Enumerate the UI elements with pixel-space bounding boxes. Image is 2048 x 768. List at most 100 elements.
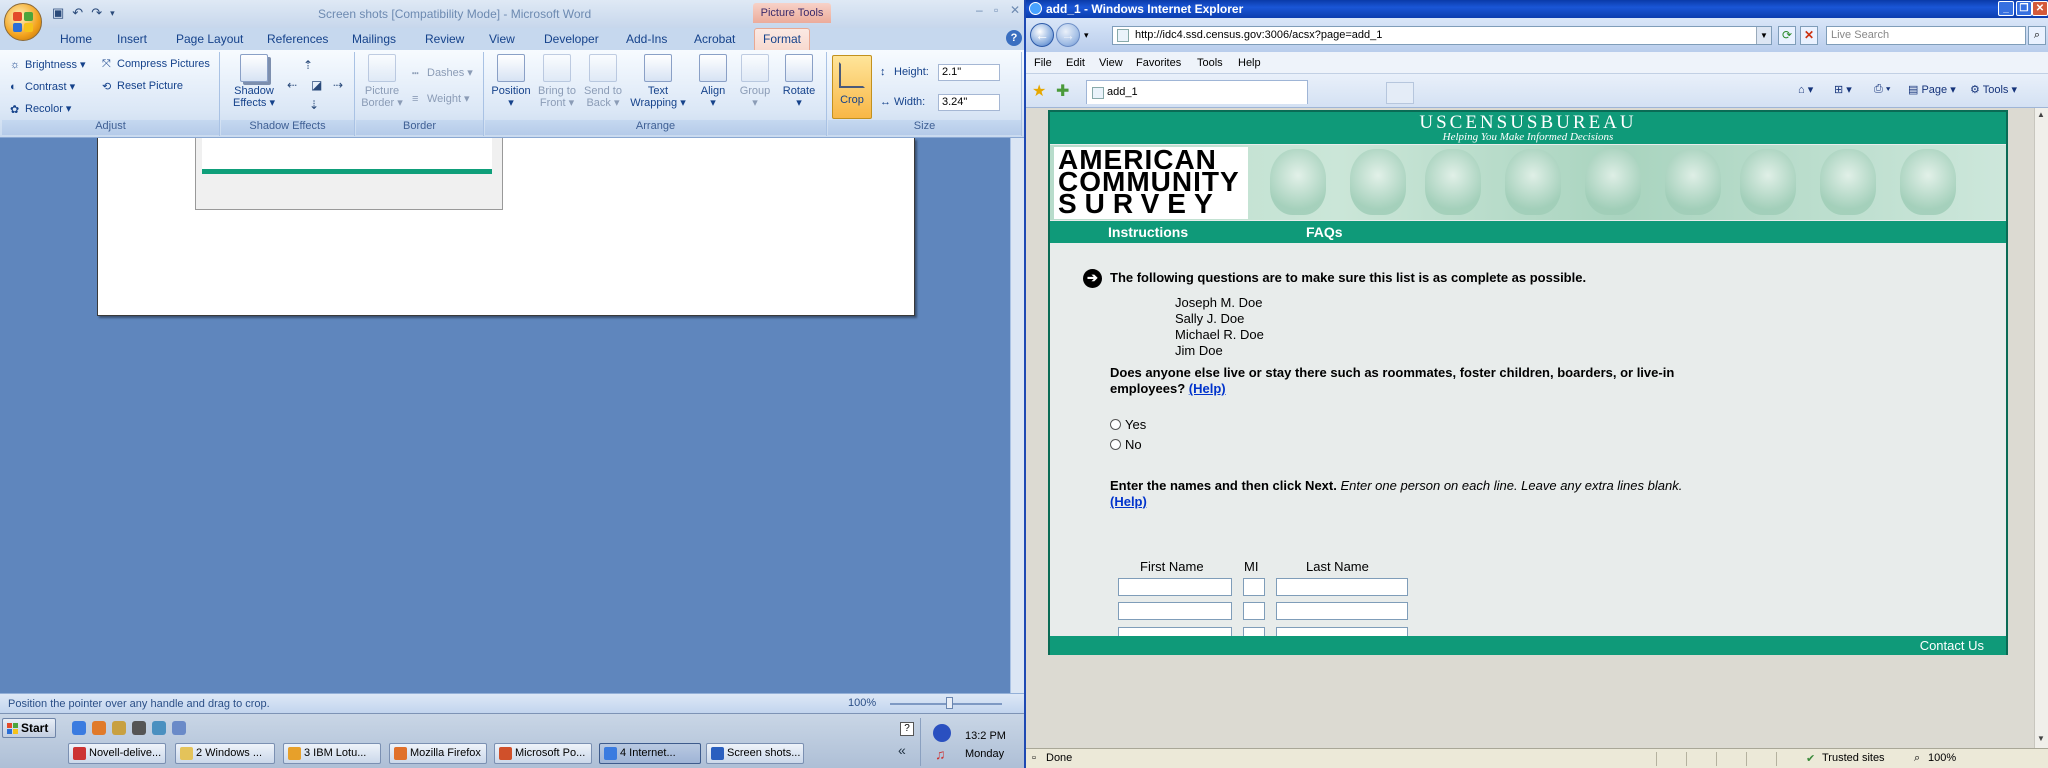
address-dropdown-icon[interactable]: ▼ bbox=[1756, 27, 1771, 44]
taskbar-button-lotus[interactable]: 3 IBM Lotu... bbox=[283, 743, 381, 764]
embedded-screenshot[interactable]: Contact Us bbox=[195, 138, 503, 210]
crop-button[interactable]: Crop bbox=[832, 55, 872, 119]
ie-zoom-level[interactable]: 100% bbox=[1928, 752, 1956, 764]
address-input[interactable]: http://idc4.ssd.census.gov:3006/acsx?pag… bbox=[1112, 26, 1772, 45]
radio-no[interactable]: No bbox=[1110, 437, 1142, 452]
ie-minimize-icon[interactable]: _ bbox=[1998, 1, 2014, 16]
feeds-icon[interactable]: ⊞ ▾ bbox=[1834, 83, 1852, 96]
taskbar-button-windows[interactable]: 2 Windows ... bbox=[175, 743, 275, 764]
recolor-button[interactable]: ✿ Recolor ▾ bbox=[10, 102, 71, 116]
tab-format[interactable]: Format bbox=[754, 28, 811, 50]
speaker-tray-icon[interactable]: ♫ bbox=[935, 746, 946, 762]
radio-circle[interactable] bbox=[1110, 419, 1121, 430]
menu-help[interactable]: Help bbox=[1238, 57, 1261, 69]
taskbar-button-powerpoint[interactable]: Microsoft Po... bbox=[494, 743, 592, 764]
document-page[interactable]: Contact Us bbox=[97, 138, 915, 316]
clock-time[interactable]: 13:2 PM bbox=[965, 730, 1006, 742]
tab-page-layout[interactable]: Page Layout bbox=[176, 32, 243, 46]
nav-instructions[interactable]: Instructions bbox=[1108, 224, 1188, 240]
taskbar-button-novell[interactable]: Novell-delive... bbox=[68, 743, 166, 764]
ie-close-icon[interactable]: ✕ bbox=[2032, 1, 2048, 16]
media-quicklaunch-icon[interactable] bbox=[132, 721, 146, 735]
ie-quicklaunch-icon[interactable] bbox=[72, 721, 86, 735]
ie-restore-icon[interactable]: ❐ bbox=[2016, 1, 2032, 16]
help-link[interactable]: (Help) bbox=[1110, 494, 1147, 509]
weight-button[interactable]: ≡ Weight ▾ bbox=[412, 92, 470, 106]
vertical-scrollbar[interactable] bbox=[1010, 138, 1024, 693]
last-name-input[interactable] bbox=[1276, 627, 1408, 636]
menu-favorites[interactable]: Favorites bbox=[1136, 57, 1181, 69]
tab-add-1[interactable]: add_1 bbox=[1086, 80, 1308, 104]
history-dropdown-icon[interactable]: ▾ bbox=[1084, 30, 1089, 41]
firefox-quicklaunch-icon[interactable] bbox=[92, 721, 106, 735]
security-zone[interactable]: Trusted sites bbox=[1822, 752, 1885, 764]
menu-file[interactable]: File bbox=[1034, 57, 1052, 69]
refresh-icon[interactable]: ⟳ bbox=[1778, 26, 1796, 45]
nudge-down-icon[interactable]: ⇣ bbox=[309, 98, 319, 112]
forward-icon[interactable]: → bbox=[1056, 23, 1080, 47]
customize-qat-icon[interactable]: ▾ bbox=[110, 8, 115, 19]
office-button[interactable] bbox=[4, 3, 42, 41]
tab-view[interactable]: View bbox=[489, 32, 515, 46]
nav-faqs[interactable]: FAQs bbox=[1306, 224, 1343, 240]
tab-acrobat[interactable]: Acrobat bbox=[694, 32, 735, 46]
text-wrapping-button[interactable]: Text Wrapping ▾ bbox=[629, 54, 687, 109]
print-icon[interactable]: ⎙ ▾ bbox=[1874, 83, 1890, 96]
menu-view[interactable]: View bbox=[1099, 57, 1123, 69]
scroll-down-icon[interactable]: ▼ bbox=[2037, 734, 2045, 743]
dashes-button[interactable]: ┅ Dashes ▾ bbox=[412, 66, 473, 80]
tools-menu[interactable]: ⚙ Tools ▾ bbox=[1970, 83, 2017, 96]
radio-yes[interactable]: Yes bbox=[1110, 417, 1146, 432]
first-name-input[interactable] bbox=[1118, 602, 1232, 620]
help-link[interactable]: (Help) bbox=[1189, 381, 1226, 396]
bring-to-front-button[interactable]: Bring to Front ▾ bbox=[535, 54, 579, 109]
first-name-input[interactable] bbox=[1118, 578, 1232, 596]
tab-insert[interactable]: Insert bbox=[117, 32, 147, 46]
new-tab-button[interactable] bbox=[1386, 82, 1414, 104]
ie-vertical-scrollbar[interactable]: ▲ ▼ bbox=[2034, 108, 2048, 748]
minimize-icon[interactable]: – bbox=[976, 3, 983, 17]
tab-review[interactable]: Review bbox=[425, 32, 464, 46]
close-icon[interactable]: ✕ bbox=[1010, 3, 1020, 17]
help-icon[interactable]: ? bbox=[1006, 30, 1022, 46]
undo-icon[interactable]: ↶ bbox=[72, 5, 83, 21]
redo-icon[interactable]: ↷ bbox=[91, 5, 102, 21]
reset-picture-button[interactable]: ⟲ Reset Picture bbox=[102, 80, 183, 93]
first-name-input[interactable] bbox=[1118, 627, 1232, 636]
mi-input[interactable] bbox=[1243, 578, 1265, 596]
app2-quicklaunch-icon[interactable] bbox=[172, 721, 186, 735]
picture-border-button[interactable]: Picture Border ▾ bbox=[360, 54, 404, 109]
compress-pictures-button[interactable]: ⤧ Compress Pictures bbox=[102, 58, 210, 70]
chevron-left-icon[interactable]: « bbox=[898, 742, 906, 758]
scroll-up-icon[interactable]: ▲ bbox=[2037, 110, 2045, 119]
height-field[interactable]: 2.1" bbox=[938, 64, 1000, 81]
tab-mailings[interactable]: Mailings bbox=[352, 32, 396, 46]
nudge-left-icon[interactable]: ⇠ bbox=[287, 78, 297, 92]
contact-us-link[interactable]: Contact Us bbox=[1920, 638, 1984, 653]
app-quicklaunch-icon[interactable] bbox=[152, 721, 166, 735]
shadow-toggle-icon[interactable]: ◪ bbox=[311, 78, 322, 92]
tab-add-ins[interactable]: Add-Ins bbox=[626, 32, 667, 46]
align-button[interactable]: Align ▾ bbox=[695, 54, 731, 109]
stop-icon[interactable]: ✕ bbox=[1800, 26, 1818, 45]
last-name-input[interactable] bbox=[1276, 602, 1408, 620]
send-to-back-button[interactable]: Send to Back ▾ bbox=[581, 54, 625, 109]
favorites-star-icon[interactable]: ★ bbox=[1032, 81, 1046, 101]
mi-input[interactable] bbox=[1243, 602, 1265, 620]
tab-home[interactable]: Home bbox=[60, 32, 92, 46]
add-favorite-icon[interactable]: ✚ bbox=[1056, 81, 1069, 101]
menu-edit[interactable]: Edit bbox=[1066, 57, 1085, 69]
menu-tools[interactable]: Tools bbox=[1197, 57, 1223, 69]
rotate-button[interactable]: Rotate ▾ bbox=[779, 54, 819, 109]
folder-quicklaunch-icon[interactable] bbox=[112, 721, 126, 735]
start-button[interactable]: Start bbox=[2, 718, 56, 738]
help-tray-icon[interactable]: ? bbox=[900, 722, 914, 736]
width-field[interactable]: 3.24" bbox=[938, 94, 1000, 111]
group-button[interactable]: Group ▾ bbox=[737, 54, 773, 109]
tab-references[interactable]: References bbox=[267, 32, 328, 46]
nudge-right-icon[interactable]: ⇢ bbox=[333, 78, 343, 92]
brightness-button[interactable]: ☼ Brightness ▾ bbox=[10, 58, 86, 72]
contrast-button[interactable]: ◐ Contrast ▾ bbox=[10, 80, 75, 94]
page-menu[interactable]: ▤ Page ▾ bbox=[1908, 83, 1956, 96]
zoom-slider-knob[interactable] bbox=[946, 697, 953, 709]
